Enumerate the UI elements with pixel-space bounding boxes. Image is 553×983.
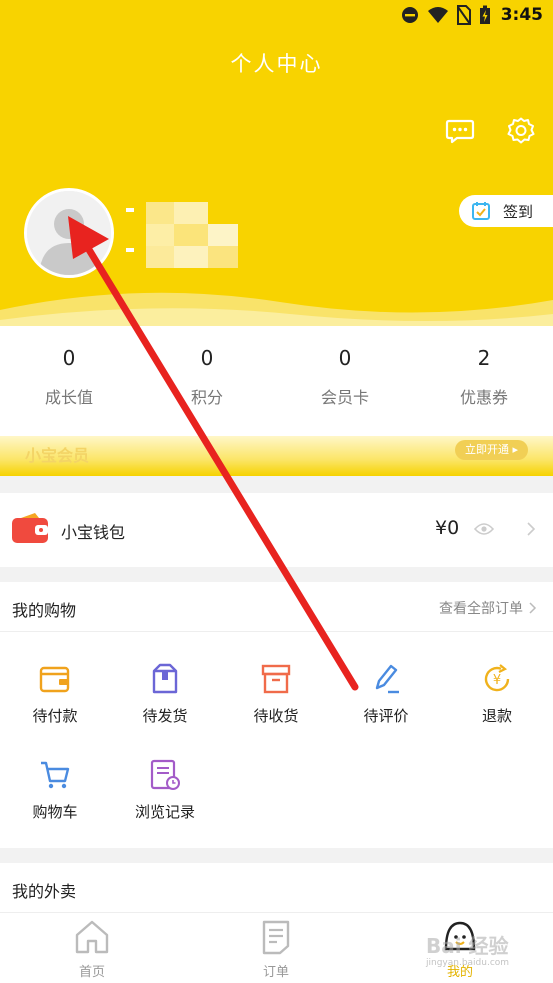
stats-card: 0 成长值 0 积分 0 会员卡 2 优惠券 小宝会员 立即开通 ▸ [0, 326, 553, 476]
message-icon[interactable] [445, 116, 475, 146]
stat-label: 积分 [190, 388, 223, 407]
order-refund[interactable]: ¥ 退款 [442, 662, 552, 726]
view-all-orders-link[interactable]: 查看全部订单 [439, 598, 537, 618]
nav-orders[interactable]: 订单 [216, 919, 336, 980]
wifi-icon [427, 7, 448, 23]
do-not-disturb-icon [401, 7, 418, 23]
calendar-check-icon [472, 202, 490, 220]
order-label: 待付款 [32, 707, 78, 725]
sign-in-button[interactable]: 签到 [459, 195, 553, 227]
history-icon [150, 759, 180, 790]
page-title: 个人中心 [230, 52, 323, 76]
nav-label: 订单 [262, 965, 289, 980]
membership-open-button[interactable]: 立即开通 ▸ [454, 440, 528, 460]
wallet-amount: ¥0 [435, 517, 460, 539]
membership-title: 小宝会员 [25, 446, 90, 465]
stat-coupons[interactable]: 2 优惠券 [424, 346, 544, 408]
section-title: 我的外卖 [12, 882, 77, 901]
nav-label: 首页 [78, 965, 105, 980]
battery-charging-icon [479, 5, 490, 24]
header-wave [0, 292, 553, 330]
order-label: 待评价 [363, 707, 409, 725]
status-time: 3:45 [500, 5, 543, 25]
stat-label: 会员卡 [320, 388, 369, 407]
avatar[interactable] [24, 188, 114, 278]
stat-member-card[interactable]: 0 会员卡 [285, 346, 405, 408]
refund-icon: ¥ [484, 664, 510, 692]
wallet-row[interactable]: 小宝钱包 ¥0 [0, 493, 553, 567]
delivery-box-icon [261, 664, 291, 694]
box-icon [152, 663, 178, 694]
blurred-username [126, 202, 238, 268]
stat-value: 0 [338, 346, 352, 370]
stat-growth[interactable]: 0 成长值 [9, 346, 129, 408]
view-all-label: 查看全部订单 [439, 601, 523, 617]
stat-value: 0 [200, 346, 214, 370]
membership-banner[interactable]: 小宝会员 立即开通 ▸ [0, 436, 553, 476]
stat-points[interactable]: 0 积分 [147, 346, 267, 408]
wallet-icon [12, 513, 48, 543]
order-label: 待发货 [142, 707, 188, 725]
default-avatar-icon [27, 191, 111, 275]
order-icon [262, 920, 290, 955]
nav-home[interactable]: 首页 [32, 919, 152, 980]
settings-icon[interactable] [506, 116, 536, 146]
sign-in-label: 签到 [503, 202, 534, 221]
order-pending-payment[interactable]: 待付款 [0, 662, 110, 726]
order-browse-history[interactable]: 浏览记录 [110, 758, 220, 822]
order-label: 浏览记录 [134, 803, 195, 821]
stat-value: 2 [477, 346, 491, 370]
status-icons: 3:45 [401, 5, 543, 25]
status-bar: 3:45 [0, 0, 553, 30]
cart-icon [41, 761, 70, 789]
watermark-text: Bai 经验 [426, 934, 509, 958]
stat-label: 成长值 [44, 388, 93, 407]
order-pending-receipt[interactable]: 待收货 [221, 662, 331, 726]
eye-icon[interactable] [474, 522, 494, 536]
order-pending-shipment[interactable]: 待发货 [110, 662, 220, 726]
watermark-subtext: jingyan.baidu.com [426, 958, 510, 968]
stat-value: 0 [62, 346, 76, 370]
section-title: 我的购物 [12, 601, 77, 620]
pen-icon [375, 664, 399, 694]
wallet-label: 小宝钱包 [61, 523, 126, 542]
chevron-right-icon [527, 522, 536, 536]
order-pending-review[interactable]: 待评价 [331, 662, 441, 726]
wallet-icon [39, 666, 70, 693]
no-sim-icon [456, 5, 471, 25]
shopping-header: 我的购物 查看全部订单 [0, 582, 553, 632]
home-icon [75, 920, 109, 954]
order-label: 退款 [481, 707, 512, 725]
stat-label: 优惠券 [459, 388, 508, 407]
svg-text:¥: ¥ [493, 673, 501, 688]
order-label: 待收货 [253, 707, 299, 725]
order-cart[interactable]: 购物车 [0, 758, 110, 822]
chevron-right-icon [529, 602, 537, 614]
shopping-section: 我的购物 查看全部订单 待付款 待发货 待收货 待评价 ¥ 退款 购物车 浏览记… [0, 582, 553, 848]
order-label: 购物车 [32, 803, 78, 821]
profile-header: 个人中心 签到 [0, 30, 553, 330]
